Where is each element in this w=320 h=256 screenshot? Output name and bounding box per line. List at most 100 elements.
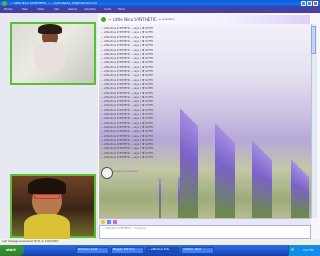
lavender-stem [295,164,297,218]
menu-photos[interactable]: Photos [4,8,13,11]
lavender-stem [223,132,225,218]
chat-message: ~ Little Nina SYNTHETIC ~ says :( ♥ SOTF… [101,48,154,52]
chat-history[interactable]: ~ Little Nina SYNTHETIC ~ says :( ♥ SOTF… [99,24,311,218]
input-placeholder: ~ Little Nina SYNTHETIC ~ is typing... [102,227,148,230]
own-shirt [24,214,70,240]
lavender-stem [264,153,266,218]
chat-message: ~ Little Nina SYNTHETIC ~ says :( ♥ SOTF… [101,138,154,142]
lavender-stem [217,126,219,218]
title-bar: ~ Little Nina SYNTHETIC ~ - contrafaida_… [0,0,320,7]
lavender-stem [186,115,188,218]
display-picture-icon [101,167,113,179]
lavender-stem [221,130,223,218]
chat-message: ~ Little Nina SYNTHETIC ~ says :( ♥ SOTF… [101,78,154,82]
lavender-stem [299,168,301,218]
lavender-stem [268,157,270,218]
contact-status: (available) [162,17,175,21]
lavender-stem [184,113,186,218]
chat-message: ~ Little Nina SYNTHETIC ~ says :( ♥ SOTF… [101,151,154,155]
maximize-icon[interactable] [307,1,312,6]
task-conversation[interactable]: ~ Little Nina SYN... [146,247,179,254]
own-webcam [10,174,96,240]
chat-message: ~ Little Nina SYNTHETIC ~ says :( ♥ SOTF… [101,35,154,39]
menu-games[interactable]: Games [68,8,77,11]
system-tray: 3:47 PM [288,245,320,256]
task-label: Windows Live M... [78,248,100,251]
task-messenger[interactable]: Windows Live M... [76,247,109,254]
chat-message: ~ Little Nina SYNTHETIC ~ says :( ♥ SOTF… [101,31,154,35]
chat-message: ~ Little Nina SYNTHETIC ~ says :( ♥ SOTF… [101,44,154,48]
chat-message: ~ Little Nina SYNTHETIC ~ says :( ♥ SOTF… [101,39,154,43]
chat-message: ~ Little Nina SYNTHETIC ~ says :( ♥ SOTF… [101,65,154,69]
task-paint[interactable]: Untitled - Paint [181,247,214,254]
task-label: Untitled - Paint [183,248,201,251]
window-controls [301,1,318,6]
menu-call[interactable]: Call [54,8,59,11]
menu-activities[interactable]: Activities [84,8,96,11]
task-label: Blogger: Edit Post [113,248,135,251]
nudge-icon[interactable] [113,220,117,224]
lavender-stem [293,162,295,218]
lavender-stem [227,136,229,218]
lavender-stem [266,155,268,218]
chat-message: ~ Little Nina SYNTHETIC ~ says :( ♥ SOTF… [101,27,154,30]
start-label: start [6,248,16,252]
chat-message: ~ Little Nina SYNTHETIC ~ says :( ♥ SOTF… [101,52,154,56]
chat-message: ~ Little Nina SYNTHETIC ~ says :( ♥ SOTF… [101,125,154,129]
chat-message: ~ Little Nina SYNTHETIC ~ says :( ♥ SOTF… [101,108,154,112]
network-icon[interactable] [291,248,294,251]
chat-message: ~ Little Nina SYNTHETIC ~ says :( ♥ SOTF… [101,61,154,65]
chat-header: ~ Little Nina SYNTHETIC ~ (available) [100,15,310,24]
chat-message: ~ Little Nina SYNTHETIC ~ says :( ♥ SOTF… [101,91,154,95]
menu-video[interactable]: Video [37,8,44,11]
scroll-thumb[interactable] [311,26,316,54]
lavender-stem [256,145,258,218]
menu-block[interactable]: Block [118,8,125,11]
task-blogger[interactable]: Blogger: Edit Post [111,247,144,254]
chat-message: ~ Little Nina SYNTHETIC ~ says :( ♥ SOTF… [101,113,154,116]
start-button[interactable]: start [0,245,24,256]
chat-message: ~ Little Nina SYNTHETIC ~ says :( ♥ SOTF… [101,156,154,159]
online-status-icon [101,17,106,22]
lavender-stem [196,125,198,218]
chat-message: ~ Little Nina SYNTHETIC ~ says :( ♥ SOTF… [101,117,154,121]
lavender-stem [159,178,161,218]
lavender-stem [303,172,305,218]
lavender-stem [254,143,256,218]
close-icon[interactable] [313,1,318,6]
lavender-stem [262,151,264,218]
lavender-stem [178,177,180,218]
chat-message: ~ Little Nina SYNTHETIC ~ says :( ♥ SOTF… [101,82,154,86]
lavender-stem [229,138,231,218]
chat-message: ~ Little Nina SYNTHETIC ~ says :( ♥ SOTF… [101,57,154,61]
lavender-stem [297,166,299,218]
messenger-icon [2,1,7,6]
glasses-icon [34,194,60,199]
own-hair [28,178,66,194]
chat-message: ~ Little Nina SYNTHETIC ~ says :( ♥ SOTF… [101,121,154,125]
lavender-stem [215,124,217,218]
lavender-stem [305,174,307,218]
lavender-stem [233,142,235,218]
message-input[interactable]: ~ Little Nina SYNTHETIC ~ is typing... [99,225,311,239]
contact-hair [38,24,62,34]
chat-message: ~ Little Nina SYNTHETIC ~ says :( ♥ SOTF… [101,100,154,104]
menu-invite[interactable]: Invite [104,8,111,11]
lavender-stem [188,117,190,218]
task-label: ~ Little Nina SYN... [148,248,171,251]
font-icon[interactable] [107,220,111,224]
lavender-stem [192,121,194,218]
chat-message: ~ Little Nina SYNTHETIC ~ says :( ♥ SOTF… [101,134,154,138]
chat-message: ~ Little Nina SYNTHETIC ~ says :( ♥ SOTF… [101,104,154,108]
menu-files[interactable]: Files [22,8,28,11]
contact-shirt [34,42,66,72]
minimize-icon[interactable] [301,1,306,6]
lavender-stem [182,111,184,218]
contact-webcam [10,22,96,85]
window-title: ~ Little Nina SYNTHETIC ~ - contrafaida_… [10,1,98,5]
chat-message: ~ Little Nina SYNTHETIC ~ says :( ♥ SOTF… [101,143,154,147]
lavender-stem [270,159,272,218]
lavender-stem [194,123,196,218]
chat-message: ~ Little Nina SYNTHETIC ~ says :( ♥ SOTF… [101,87,154,91]
emoticon-icon[interactable] [101,220,105,224]
